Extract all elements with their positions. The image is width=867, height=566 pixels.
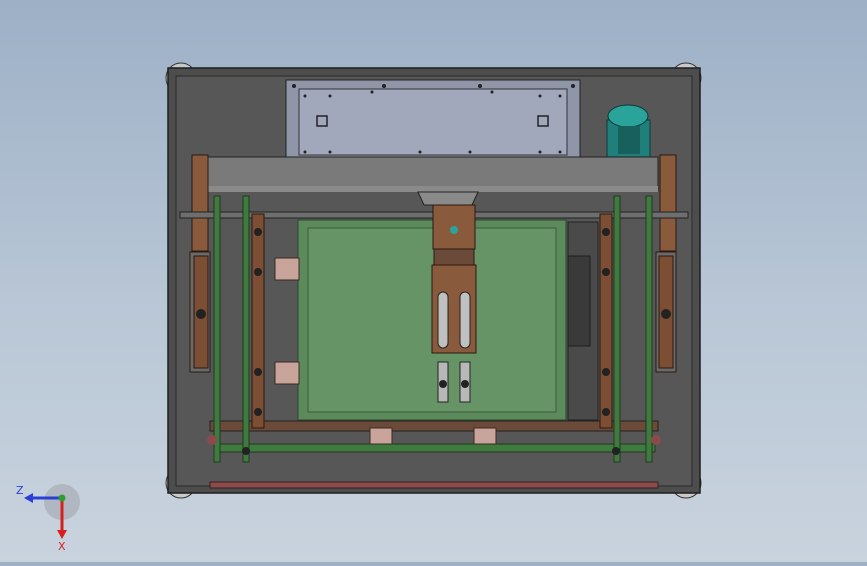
cad-viewport[interactable]: Z X (0, 0, 867, 562)
x-axis-arrow (57, 530, 67, 539)
z-axis-arrow (24, 493, 33, 503)
top-mounting-plate (285, 79, 581, 161)
y-axis-dot (58, 494, 66, 502)
x-axis-label: X (58, 540, 66, 552)
drive-motor (606, 104, 651, 159)
orientation-triad: Z X (16, 484, 80, 552)
z-axis-label: Z (16, 484, 24, 497)
machine-assembly-drawing (165, 62, 702, 499)
